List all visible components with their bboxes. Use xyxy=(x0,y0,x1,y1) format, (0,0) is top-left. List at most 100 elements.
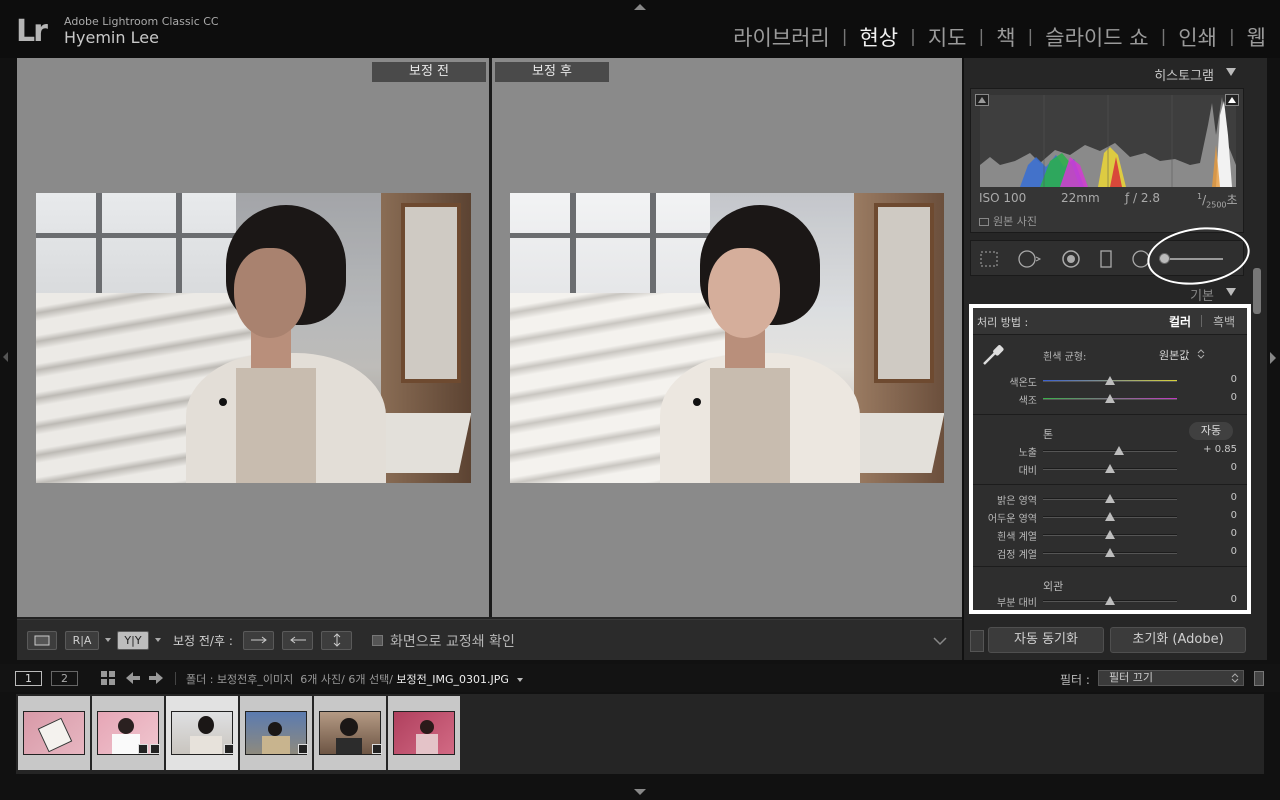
slider-value-shadows[interactable]: 0 xyxy=(1187,510,1237,521)
histogram-graph[interactable] xyxy=(980,95,1236,187)
before-after-tb-button[interactable]: Y|Y xyxy=(117,631,149,650)
swap-before-after-button[interactable] xyxy=(321,631,352,650)
grid-view-icon[interactable] xyxy=(100,670,116,686)
filmstrip-thumbnail[interactable] xyxy=(18,696,90,770)
tone-label: 톤 xyxy=(1043,428,1054,441)
folder-name: 폴더 : 보정전후_이미지 xyxy=(186,673,294,686)
red-eye-icon[interactable] xyxy=(1061,249,1081,269)
filter-label: 필터 : xyxy=(1060,673,1090,687)
original-photo-toggle[interactable]: 원본 사진 xyxy=(979,213,1037,229)
slider-knob-whites[interactable] xyxy=(1105,530,1115,539)
soft-proofing-checkbox[interactable] xyxy=(372,635,383,646)
slider-value-highlights[interactable]: 0 xyxy=(1187,492,1237,503)
slider-value-contrast[interactable]: 0 xyxy=(1187,462,1237,473)
histogram-header[interactable]: 히스토그램 xyxy=(964,58,1244,86)
loupe-view-button[interactable] xyxy=(27,631,57,650)
auto-sync-button[interactable]: 자동 동기화 xyxy=(988,627,1104,653)
histogram-panel: ISO 100 22mm ƒ / 2.8 1/2500초 원본 사진 xyxy=(970,88,1244,233)
module-separator: | xyxy=(1160,27,1167,47)
graduated-filter-icon[interactable] xyxy=(1096,249,1116,269)
back-arrow-icon[interactable] xyxy=(125,671,141,685)
shadow-clipping-icon[interactable] xyxy=(975,94,989,106)
folder-path[interactable]: 폴더 : 보정전후_이미지 6개 사진/ 6개 선택/ 보정전_IMG_0301… xyxy=(186,671,524,687)
slider-knob-temp[interactable] xyxy=(1105,376,1115,385)
window-2-button[interactable]: 2 xyxy=(51,671,78,686)
forward-arrow-icon[interactable] xyxy=(148,671,164,685)
slider-knob-contrast[interactable] xyxy=(1105,464,1115,473)
shutter-denominator: 2500 xyxy=(1206,200,1227,210)
filter-select[interactable]: 필터 끄기 xyxy=(1098,670,1244,686)
slider-value-temp[interactable]: 0 xyxy=(1187,374,1237,385)
crop-overlay-icon[interactable] xyxy=(979,249,999,269)
before-view[interactable]: 보정 전 xyxy=(17,58,489,617)
slider-knob-highlights[interactable] xyxy=(1105,494,1115,503)
highlight-clipping-icon[interactable] xyxy=(1225,94,1239,106)
right-panel-scrollbar[interactable] xyxy=(1253,268,1261,314)
before-label: 보정 전 xyxy=(372,62,486,82)
slider-value-exposure[interactable]: + 0.85 xyxy=(1187,444,1237,455)
module-tab-2[interactable]: 지도 xyxy=(926,22,969,52)
module-tab-5[interactable]: 인쇄 xyxy=(1176,22,1219,52)
module-separator: | xyxy=(1228,27,1235,47)
slider-knob-clarity[interactable] xyxy=(1105,596,1115,605)
slider-value-clarity[interactable]: 0 xyxy=(1187,594,1237,605)
filmstrip-thumbnail[interactable] xyxy=(240,696,312,770)
module-tab-0[interactable]: 라이브러리 xyxy=(731,22,832,52)
basic-panel-header[interactable]: 기본 xyxy=(964,282,1244,304)
auto-tone-button[interactable]: 자동 xyxy=(1189,422,1233,440)
app-name: Adobe Lightroom Classic CC xyxy=(64,15,219,28)
slider-knob-exposure[interactable] xyxy=(1114,446,1125,455)
slider-knob-blacks[interactable] xyxy=(1105,548,1115,557)
copy-before-to-after-button[interactable] xyxy=(243,631,274,650)
spot-removal-icon[interactable] xyxy=(1015,249,1043,269)
photo-counts: 6개 사진/ 6개 선택/ xyxy=(300,673,393,686)
slider-label-whites: 흰색 계열 xyxy=(997,532,1037,543)
slider-knob-shadows[interactable] xyxy=(1105,512,1115,521)
filmstrip-thumbnail-selected[interactable] xyxy=(166,696,238,770)
histogram-collapse-icon[interactable] xyxy=(1226,68,1236,76)
tb-mode-caret-icon[interactable] xyxy=(155,638,161,642)
sync-toggle-switch[interactable] xyxy=(970,630,984,652)
filmstrip-thumbnail[interactable] xyxy=(92,696,164,770)
slider-track-exposure[interactable] xyxy=(1043,450,1177,452)
right-panel-toggle-icon[interactable] xyxy=(1270,352,1276,364)
before-photo[interactable] xyxy=(36,193,471,483)
module-tab-1[interactable]: 현상 xyxy=(857,22,900,52)
thumbnail-image xyxy=(23,711,85,755)
slider-label-temp: 색온도 xyxy=(1009,378,1037,389)
slider-knob-tint[interactable] xyxy=(1105,394,1115,403)
filmstrip-thumbnail[interactable] xyxy=(314,696,386,770)
module-tab-6[interactable]: 웹 xyxy=(1245,22,1268,52)
slider-value-blacks[interactable]: 0 xyxy=(1187,546,1237,557)
bottom-panel-toggle-icon[interactable] xyxy=(634,789,646,795)
lr-mode-caret-icon[interactable] xyxy=(105,638,111,642)
module-tab-4[interactable]: 슬라이드 쇼 xyxy=(1043,22,1150,52)
basic-collapse-icon[interactable] xyxy=(1226,288,1236,296)
before-after-label: 보정 전/후 : xyxy=(173,634,233,648)
slider-value-tint[interactable]: 0 xyxy=(1187,392,1237,403)
after-view[interactable]: 보정 후 xyxy=(492,58,962,617)
copy-after-to-before-button[interactable] xyxy=(282,631,313,650)
reset-button[interactable]: 초기화 (Adobe) xyxy=(1110,627,1246,653)
original-photo-checkbox[interactable] xyxy=(979,218,989,226)
toolbar-menu-chevron-icon[interactable] xyxy=(929,631,951,651)
shutter-speed: 1/2500초 xyxy=(1197,192,1238,210)
before-after-lr-button[interactable]: R|A xyxy=(65,631,99,650)
filter-value: 필터 끄기 xyxy=(1109,671,1153,684)
top-panel-toggle-icon[interactable] xyxy=(634,4,646,10)
slider-value-whites[interactable]: 0 xyxy=(1187,528,1237,539)
module-tab-3[interactable]: 책 xyxy=(994,22,1017,52)
filmstrip-thumbnail[interactable] xyxy=(388,696,460,770)
sync-bar: 자동 동기화 초기화 (Adobe) xyxy=(964,620,1267,660)
soft-proofing-label: 화면으로 교정쇄 확인 xyxy=(390,634,515,650)
filmstrip-header: 1 2 폴더 : 보정전후_이미지 6개 사진/ 6개 선택/ 보정전_IMG_… xyxy=(0,664,1280,692)
original-photo-label: 원본 사진 xyxy=(993,215,1037,228)
filmstrip-divider xyxy=(175,672,176,685)
left-panel-toggle-icon[interactable] xyxy=(3,352,8,362)
filter-lock-icon[interactable] xyxy=(1254,671,1264,686)
section-divider xyxy=(973,566,1247,567)
after-photo[interactable] xyxy=(510,193,944,483)
filmstrip xyxy=(16,694,1264,774)
window-1-button[interactable]: 1 xyxy=(15,671,42,686)
lr-logo: Lr xyxy=(16,14,48,49)
